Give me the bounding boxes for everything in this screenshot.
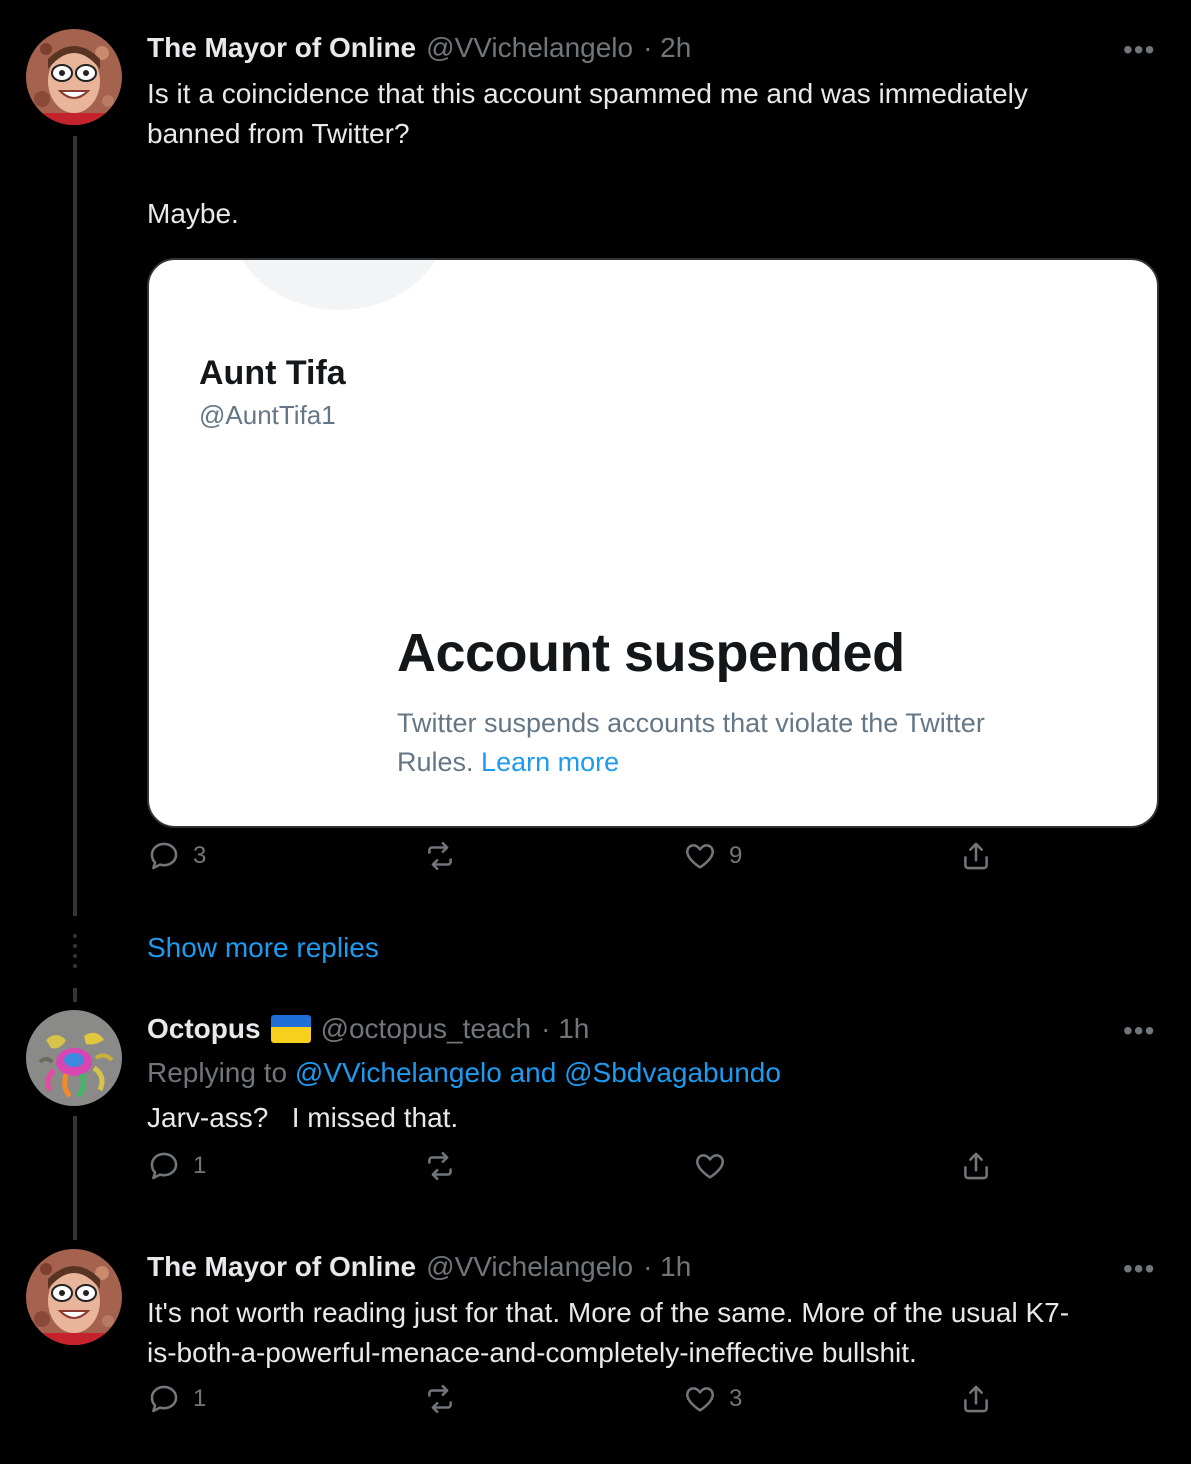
tweet-text: Jarv-ass? I missed that.	[147, 1102, 459, 1133]
tweet-text: It's not worth reading just for that. Mo…	[147, 1293, 1157, 1373]
tweet-text-line: Is it a coincidence that this account sp…	[147, 78, 1028, 109]
replying-to: Replying to @VVichelangelo and @Sbdvagab…	[147, 1057, 781, 1089]
reply-icon	[150, 842, 178, 870]
retweet-button[interactable]	[423, 1382, 469, 1416]
reply-count: 1	[193, 1385, 207, 1412]
heart-icon	[696, 1154, 724, 1179]
description-line: Twitter suspends accounts that violate t…	[397, 708, 985, 738]
thread-line	[73, 1116, 77, 1240]
reply-count: 1	[193, 1152, 207, 1179]
like-button[interactable]	[693, 1149, 739, 1183]
user-handle[interactable]: @octopus_teach	[321, 1013, 532, 1045]
thread-line	[73, 988, 77, 1002]
heart-icon	[686, 844, 714, 869]
like-button[interactable]: 3	[683, 1382, 742, 1416]
suspended-description: Twitter suspends accounts that violate t…	[397, 704, 1097, 782]
tweet-header: The Mayor of Online @VVichelangelo · 2h	[147, 32, 691, 64]
replying-label: Replying to	[147, 1057, 288, 1088]
avatar-octopus[interactable]	[26, 1010, 122, 1106]
retweet-button[interactable]	[423, 839, 469, 873]
profile-photo-placeholder	[229, 260, 449, 310]
like-button[interactable]: 9	[683, 839, 742, 873]
display-name[interactable]: The Mayor of Online	[147, 32, 416, 64]
replying-to-handles[interactable]: @VVichelangelo and @Sbdvagabundo	[295, 1057, 781, 1088]
suspended-account-name: Aunt Tifa	[199, 354, 346, 392]
user-handle[interactable]: @VVichelangelo	[426, 32, 633, 64]
tweet-text-line: banned from Twitter?	[147, 118, 410, 149]
timestamp[interactable]: · 1h	[541, 1013, 589, 1045]
more-options-icon[interactable]: •••	[1123, 1253, 1155, 1285]
reply-button[interactable]: 3	[147, 839, 206, 873]
reply-count: 3	[193, 842, 207, 869]
tweet-media-image[interactable]: Aunt Tifa @AuntTifa1 Account suspended T…	[147, 258, 1159, 828]
heart-icon	[686, 1387, 714, 1412]
thread-line	[73, 136, 77, 916]
share-icon	[964, 1385, 988, 1413]
show-more-replies-link[interactable]: Show more replies	[147, 932, 379, 964]
tweet-header: Octopus @octopus_teach · 1h	[147, 1013, 589, 1045]
learn-more-link: Learn more	[481, 747, 620, 777]
share-button[interactable]	[959, 1382, 993, 1416]
timestamp[interactable]: · 2h	[643, 32, 691, 64]
tweet-text: Is it a coincidence that this account sp…	[147, 74, 1147, 234]
reply-icon	[150, 1152, 178, 1180]
tweet-text-line: is-both-a-powerful-menace-and-completely…	[147, 1337, 917, 1368]
reply-button[interactable]: 1	[147, 1149, 206, 1183]
tweet-text-line: It's not worth reading just for that. Mo…	[147, 1297, 1070, 1328]
thread-dots	[73, 934, 77, 968]
like-count: 9	[729, 842, 743, 869]
reply-icon	[150, 1385, 178, 1413]
description-line: Rules.	[397, 747, 474, 777]
display-name[interactable]: Octopus	[147, 1013, 261, 1045]
avatar-mayor[interactable]	[26, 29, 122, 125]
retweet-icon	[428, 841, 452, 871]
more-options-icon[interactable]: •••	[1123, 1015, 1155, 1047]
retweet-icon	[428, 1151, 452, 1181]
display-name[interactable]: The Mayor of Online	[147, 1251, 416, 1283]
like-count: 3	[729, 1385, 743, 1412]
avatar-mayor[interactable]	[26, 1249, 122, 1345]
share-icon	[964, 842, 988, 870]
share-button[interactable]	[959, 839, 993, 873]
timestamp[interactable]: · 1h	[643, 1251, 691, 1283]
share-icon	[964, 1152, 988, 1180]
reply-button[interactable]: 1	[147, 1382, 206, 1416]
ukraine-flag-icon	[270, 1015, 311, 1043]
suspended-headline: Account suspended	[397, 623, 905, 683]
tweet-text-line: Maybe.	[147, 198, 239, 229]
user-handle[interactable]: @VVichelangelo	[426, 1251, 633, 1283]
tweet-header: The Mayor of Online @VVichelangelo · 1h	[147, 1251, 691, 1283]
share-button[interactable]	[959, 1149, 993, 1183]
suspended-account-handle: @AuntTifa1	[199, 400, 336, 430]
retweet-button[interactable]	[423, 1149, 469, 1183]
retweet-icon	[428, 1384, 452, 1414]
more-options-icon[interactable]: •••	[1123, 34, 1155, 66]
